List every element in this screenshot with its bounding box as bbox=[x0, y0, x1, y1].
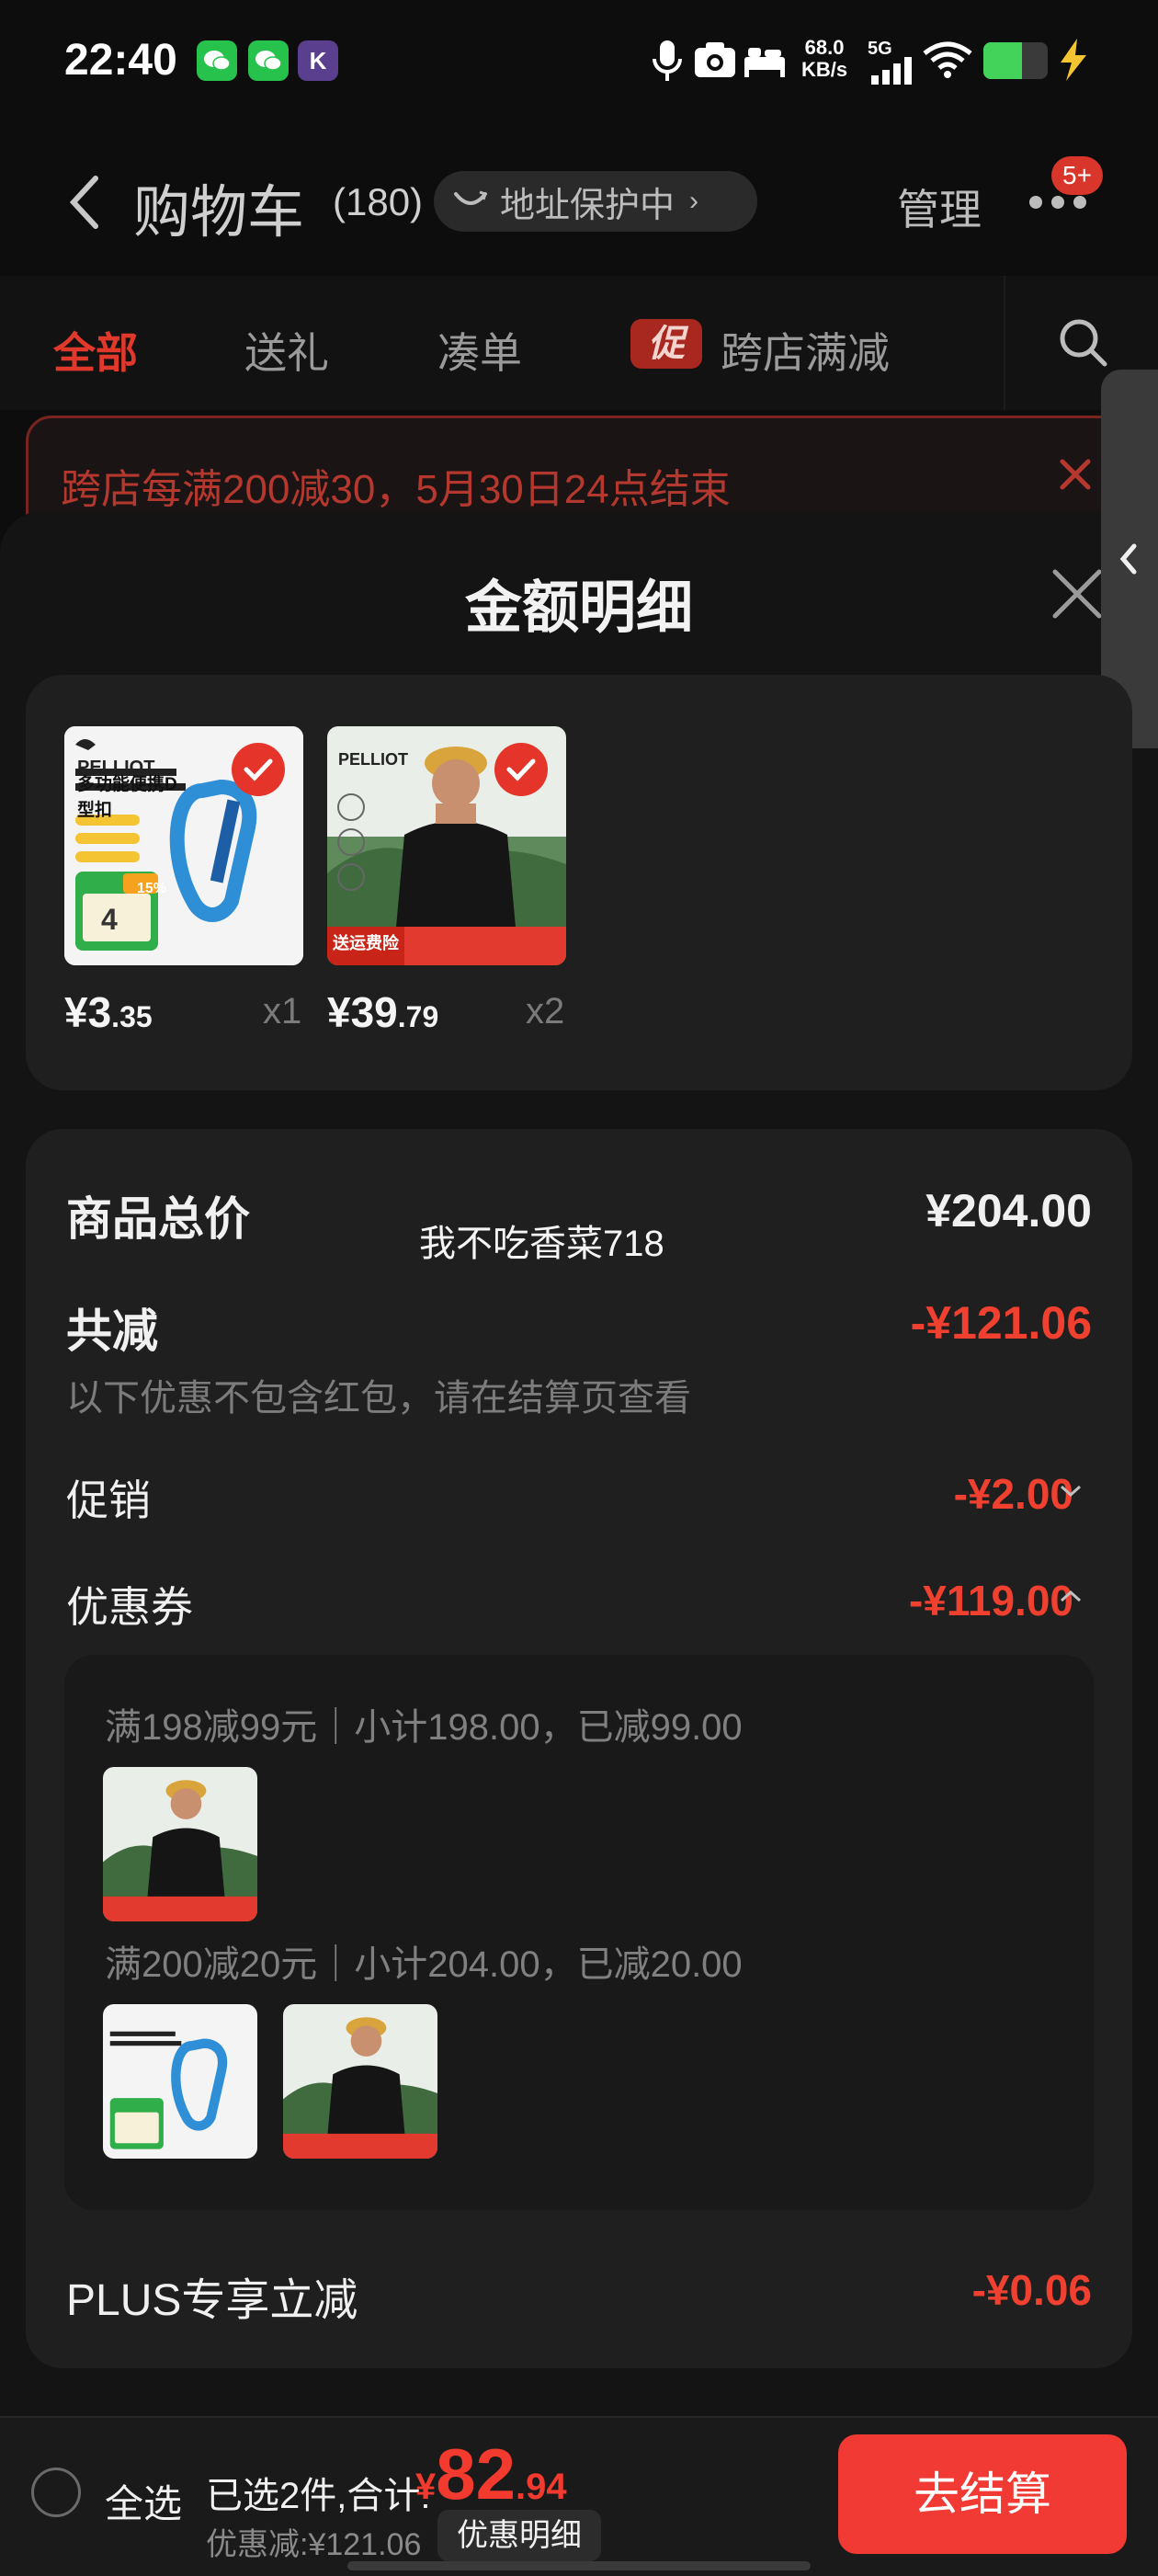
status-time: 22:40 bbox=[64, 36, 177, 85]
tab-cross-store[interactable]: 跨店满减 bbox=[721, 320, 890, 381]
coupon-product-thumb bbox=[103, 1767, 257, 1921]
status-bar: 22:40 K 68.0 KB/s 5G bbox=[0, 0, 1158, 120]
tshirt-image bbox=[283, 2004, 437, 2159]
close-icon[interactable] bbox=[1057, 456, 1094, 493]
smile-icon bbox=[454, 190, 487, 205]
battery-icon bbox=[983, 42, 1048, 79]
product-price: ¥39.79 bbox=[327, 987, 438, 1037]
net-speed: 68.0 KB/s bbox=[801, 37, 847, 81]
coupon-row[interactable]: -¥119.00 bbox=[909, 1576, 1073, 1625]
promo-row[interactable]: -¥2.00 bbox=[954, 1469, 1073, 1519]
coupon-product-thumb bbox=[103, 2004, 257, 2159]
price-decimal: .79 bbox=[397, 1000, 439, 1033]
battery-fill bbox=[983, 42, 1022, 79]
discount-text: 优惠减:¥121.06 bbox=[206, 2527, 422, 2562]
reduce-note: 以下优惠不包含红包，请在结算页查看 bbox=[66, 1378, 691, 1419]
mic-icon bbox=[649, 39, 686, 87]
home-indicator[interactable] bbox=[347, 2561, 811, 2570]
sheet-title: 金额明细 bbox=[464, 576, 693, 640]
promo-icon: 促 bbox=[630, 319, 702, 369]
wifi-icon bbox=[923, 40, 972, 84]
checkout-button[interactable]: 去结算 bbox=[838, 2434, 1127, 2554]
net-speed-value: 68.0 bbox=[804, 36, 845, 59]
carabiner-image bbox=[103, 2004, 257, 2159]
coupon-rule: 满200减20元｜小计204.00，已减20.00 bbox=[105, 1944, 743, 1985]
coupon-rule: 满198减99元｜小计198.00，已减99.00 bbox=[105, 1707, 743, 1748]
total-price-label: 商品总价 bbox=[66, 1193, 250, 1245]
coupon-product-thumb bbox=[283, 2004, 437, 2159]
manage-button[interactable]: 管理 bbox=[897, 177, 982, 237]
selected-check-icon[interactable] bbox=[494, 743, 548, 796]
address-protect-label: 地址保护中 bbox=[500, 186, 676, 225]
coupon-value: -¥119.00 bbox=[908, 1577, 1073, 1624]
select-all-label[interactable]: 全选 bbox=[105, 2473, 182, 2529]
plus-value: -¥0.06 bbox=[971, 2266, 1092, 2314]
total-amount: ¥82.94 bbox=[415, 2433, 567, 2516]
charging-icon bbox=[1055, 39, 1092, 85]
discount-detail-button[interactable]: 优惠明细 bbox=[437, 2510, 601, 2561]
reduce-value: -¥121.06 bbox=[910, 1297, 1092, 1349]
reduce-label: 共减 bbox=[66, 1305, 158, 1357]
selected-count-text: 已选2件,合计: bbox=[206, 2476, 431, 2516]
price-decimal: .35 bbox=[111, 1000, 153, 1033]
tab-all[interactable]: 全部 bbox=[53, 320, 138, 381]
tab-gift[interactable]: 送礼 bbox=[244, 320, 329, 381]
select-all-radio[interactable] bbox=[31, 2468, 81, 2517]
message-badge: 5+ bbox=[1051, 156, 1103, 195]
dot-icon bbox=[1029, 196, 1042, 209]
chevron-up-icon[interactable] bbox=[1059, 1589, 1083, 1603]
chevron-left-icon bbox=[1119, 543, 1137, 575]
back-button[interactable] bbox=[64, 165, 105, 239]
watermark-text: 我不吃香菜718 bbox=[419, 1224, 664, 1264]
banner-text: 跨店每满200减30，5月30日24点结束 bbox=[61, 467, 731, 512]
product-price: ¥3.35 bbox=[64, 987, 153, 1037]
bed-icon bbox=[743, 44, 787, 82]
promo-label: 促销 bbox=[66, 1476, 151, 1524]
plus-label: PLUS专享立减 bbox=[66, 2276, 358, 2325]
product-quantity: x1 bbox=[263, 991, 302, 1032]
total-integer: 82 bbox=[436, 2434, 517, 2514]
signal-icon: 5G bbox=[868, 39, 919, 85]
page-title: 购物车 bbox=[133, 181, 305, 245]
total-currency: ¥ bbox=[415, 2467, 437, 2507]
total-decimal: .94 bbox=[516, 2467, 567, 2507]
price-integer: ¥39 bbox=[327, 988, 398, 1036]
dot-icon bbox=[1051, 196, 1064, 209]
chevron-left-icon bbox=[69, 176, 98, 229]
dot-icon bbox=[1073, 196, 1086, 209]
wechat-icon bbox=[248, 40, 289, 81]
tab-bundle[interactable]: 凑单 bbox=[437, 320, 522, 381]
selected-check-icon[interactable] bbox=[232, 743, 285, 796]
wechat-icon bbox=[197, 40, 237, 81]
promo-value: -¥2.00 bbox=[953, 1470, 1073, 1518]
camera-icon bbox=[693, 40, 737, 84]
coupon-label: 优惠券 bbox=[66, 1583, 193, 1631]
tshirt-image bbox=[103, 1767, 257, 1921]
price-integer: ¥3 bbox=[64, 988, 112, 1036]
total-price-value: ¥204.00 bbox=[925, 1185, 1092, 1237]
search-icon[interactable] bbox=[1057, 316, 1108, 368]
k-app-icon: K bbox=[298, 40, 338, 81]
chevron-right-icon: › bbox=[689, 186, 699, 216]
close-icon[interactable] bbox=[1050, 566, 1105, 621]
address-protect-pill[interactable]: 地址保护中 › bbox=[434, 171, 757, 232]
net-speed-unit: KB/s bbox=[801, 58, 848, 81]
product-quantity: x2 bbox=[526, 991, 565, 1032]
cart-count: (180) bbox=[333, 180, 424, 223]
chevron-down-icon[interactable] bbox=[1059, 1484, 1083, 1499]
